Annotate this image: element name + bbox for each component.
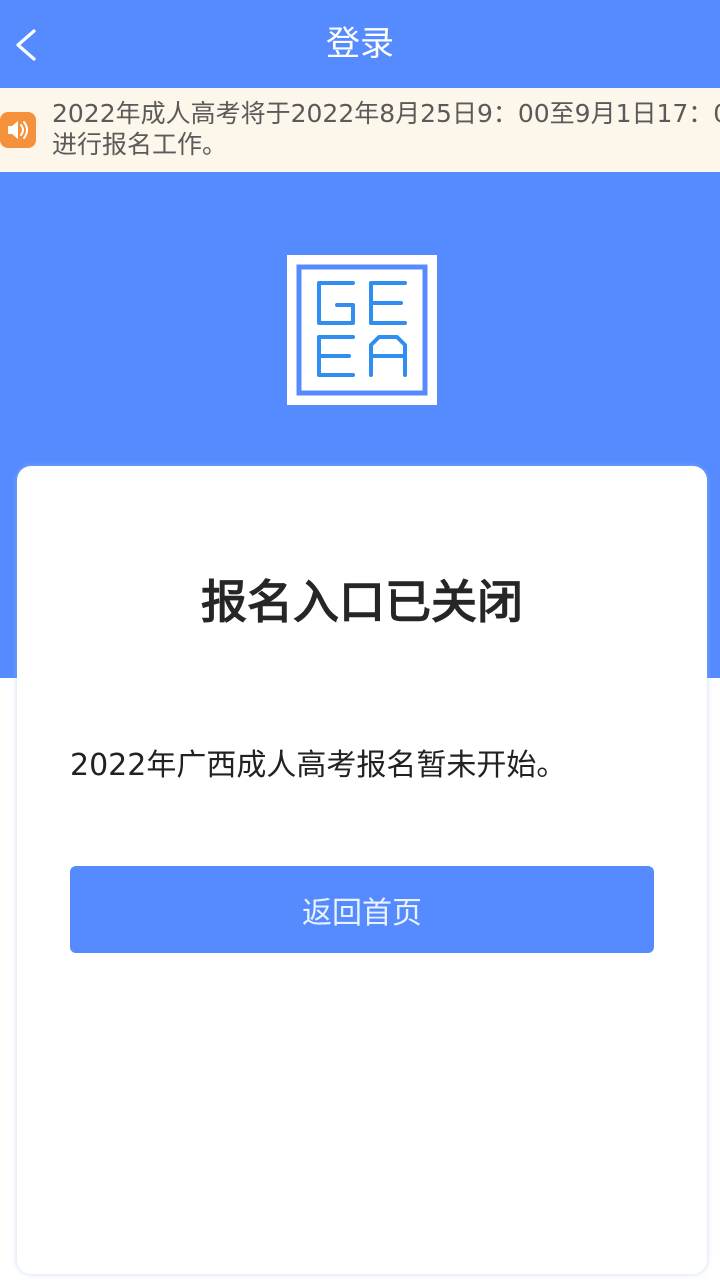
geea-logo — [287, 255, 437, 405]
header-bar: 登录 — [0, 0, 720, 88]
card-title: 报名入口已关闭 — [201, 575, 523, 629]
notice-banner: 2022年成人高考将于2022年8月25日9：00至9月1日17：00进行报名工… — [0, 88, 720, 172]
page-title: 登录 — [326, 24, 394, 64]
speaker-icon — [0, 112, 36, 148]
return-home-button[interactable]: 返回首页 — [70, 866, 654, 953]
notice-text: 2022年成人高考将于2022年8月25日9：00至9月1日17：00进行报名工… — [52, 99, 720, 159]
status-card: 报名入口已关闭 2022年广西成人高考报名暂未开始。 返回首页 — [17, 466, 707, 1274]
status-message: 2022年广西成人高考报名暂未开始。 — [70, 748, 567, 783]
